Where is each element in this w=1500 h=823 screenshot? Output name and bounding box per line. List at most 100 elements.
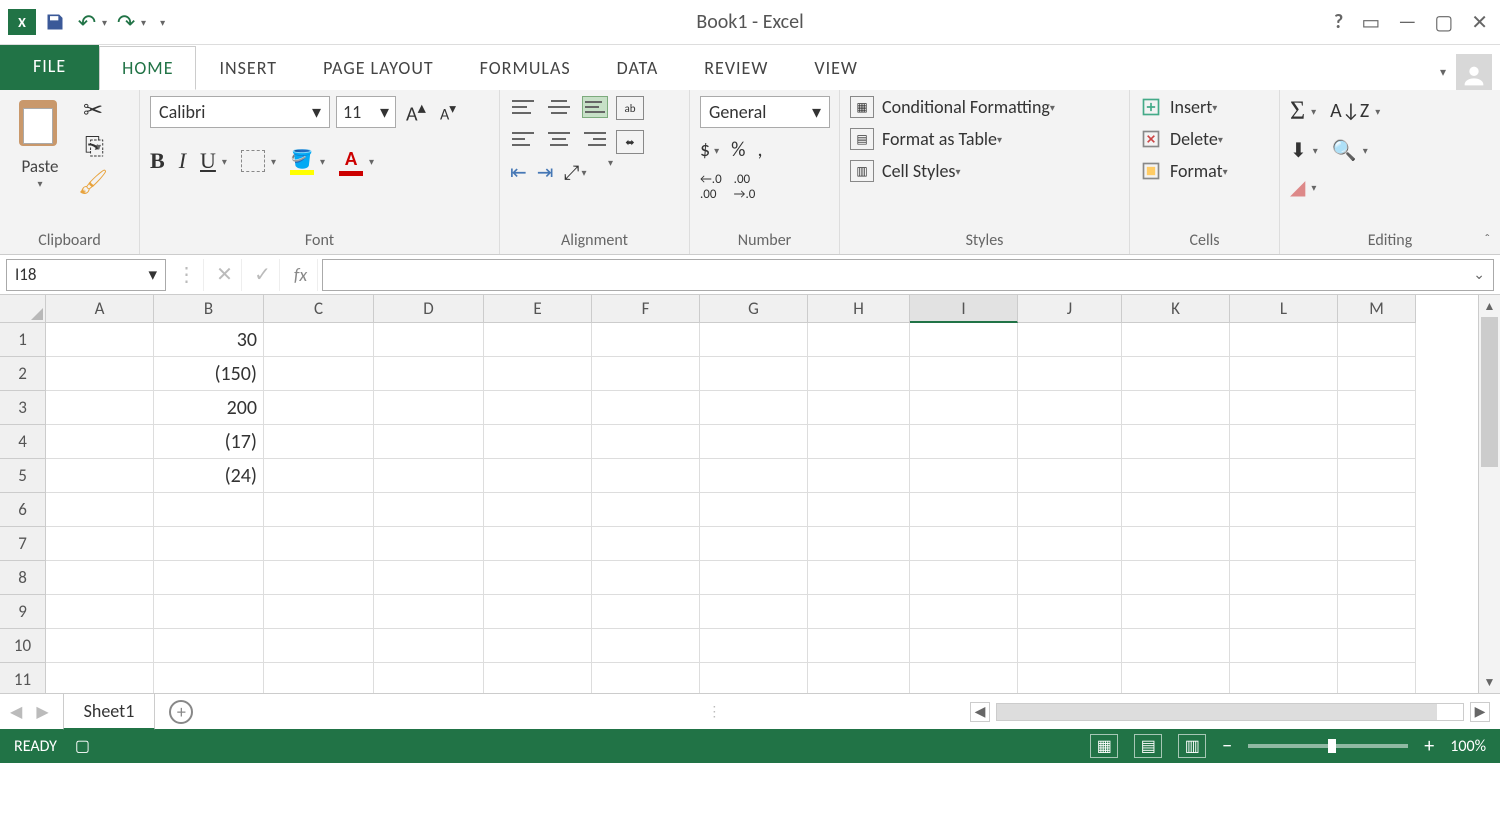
cell-G7[interactable] [700, 527, 808, 561]
cell-K6[interactable] [1122, 493, 1230, 527]
cell-J7[interactable] [1018, 527, 1122, 561]
align-right-button[interactable] [582, 128, 608, 150]
cell-J1[interactable] [1018, 323, 1122, 357]
fill-color-dropdown-icon[interactable]: ▾ [320, 155, 325, 168]
cell-G3[interactable] [700, 391, 808, 425]
cell-K4[interactable] [1122, 425, 1230, 459]
cell-L6[interactable] [1230, 493, 1338, 527]
zoom-level[interactable]: 100% [1450, 737, 1486, 756]
row-header-10[interactable]: 10 [0, 629, 46, 663]
cell-C3[interactable] [264, 391, 374, 425]
decrease-indent-button[interactable]: ⇤ [510, 160, 527, 185]
cell-L2[interactable] [1230, 357, 1338, 391]
cell-B6[interactable] [154, 493, 264, 527]
cell-D8[interactable] [374, 561, 484, 595]
cell-E9[interactable] [484, 595, 592, 629]
italic-button[interactable]: I [179, 148, 186, 174]
borders-dropdown-icon[interactable]: ▾ [271, 155, 276, 168]
insert-function-button[interactable]: fx [284, 259, 318, 291]
ribbon-display-options-button[interactable]: ▭ [1361, 10, 1380, 35]
cell-B1[interactable]: 30 [154, 323, 264, 357]
conditional-formatting-button[interactable]: ▦Conditional Formatting▾ [850, 96, 1055, 118]
cell-E7[interactable] [484, 527, 592, 561]
cell-G4[interactable] [700, 425, 808, 459]
cell-K11[interactable] [1122, 663, 1230, 693]
cell-K3[interactable] [1122, 391, 1230, 425]
column-header-L[interactable]: L [1230, 295, 1338, 323]
formula-input[interactable]: ⌄ [322, 259, 1494, 291]
cell-H3[interactable] [808, 391, 910, 425]
cell-G2[interactable] [700, 357, 808, 391]
horizontal-scroll-thumb[interactable] [997, 704, 1437, 720]
merge-center-button[interactable]: ⬌ [616, 130, 644, 154]
tab-page-layout[interactable]: PAGE LAYOUT [300, 46, 457, 90]
row-header-9[interactable]: 9 [0, 595, 46, 629]
cell-L1[interactable] [1230, 323, 1338, 357]
maximize-button[interactable]: ▢ [1434, 10, 1453, 35]
cell-J9[interactable] [1018, 595, 1122, 629]
cell-B4[interactable]: (17) [154, 425, 264, 459]
name-box-options[interactable]: ⋮ [170, 259, 204, 291]
cell-C7[interactable] [264, 527, 374, 561]
cell-G11[interactable] [700, 663, 808, 693]
cell-C8[interactable] [264, 561, 374, 595]
minimize-button[interactable]: — [1398, 10, 1416, 34]
column-header-H[interactable]: H [808, 295, 910, 323]
cell-B10[interactable] [154, 629, 264, 663]
cell-styles-button[interactable]: ▥Cell Styles▾ [850, 160, 1055, 182]
sheet-tab-sheet1[interactable]: Sheet1 [63, 694, 156, 730]
cell-J5[interactable] [1018, 459, 1122, 493]
sheet-nav-next[interactable]: ▶ [36, 702, 48, 722]
cell-A8[interactable] [46, 561, 154, 595]
user-account-button[interactable] [1456, 54, 1492, 90]
delete-cells-button[interactable]: Delete▾ [1140, 128, 1228, 150]
sheet-nav-prev[interactable]: ◀ [10, 702, 22, 722]
cell-A4[interactable] [46, 425, 154, 459]
font-size-combo[interactable]: 11▾ [336, 96, 396, 128]
cell-C4[interactable] [264, 425, 374, 459]
cell-K9[interactable] [1122, 595, 1230, 629]
column-header-A[interactable]: A [46, 295, 154, 323]
cell-F6[interactable] [592, 493, 700, 527]
zoom-in-button[interactable]: + [1424, 734, 1434, 758]
column-header-D[interactable]: D [374, 295, 484, 323]
cell-A5[interactable] [46, 459, 154, 493]
cell-K7[interactable] [1122, 527, 1230, 561]
format-as-table-button[interactable]: ▤Format as Table▾ [850, 128, 1055, 150]
cell-A1[interactable] [46, 323, 154, 357]
cell-M1[interactable] [1338, 323, 1416, 357]
font-color-button[interactable]: A [339, 147, 363, 176]
cell-C6[interactable] [264, 493, 374, 527]
underline-dropdown-icon[interactable]: ▾ [222, 155, 227, 168]
cell-G8[interactable] [700, 561, 808, 595]
cell-J11[interactable] [1018, 663, 1122, 693]
scroll-up-arrow[interactable]: ▲ [1479, 295, 1500, 317]
find-select-button[interactable]: 🔍 [1332, 138, 1357, 163]
cell-H8[interactable] [808, 561, 910, 595]
cell-M2[interactable] [1338, 357, 1416, 391]
undo-button[interactable]: ↶ [74, 9, 100, 35]
cell-A7[interactable] [46, 527, 154, 561]
font-name-combo[interactable]: Calibri▾ [150, 96, 330, 128]
increase-indent-button[interactable]: ⇥ [537, 160, 554, 185]
cell-E11[interactable] [484, 663, 592, 693]
macro-record-icon[interactable]: ▢ [75, 736, 90, 756]
decrease-font-button[interactable]: A▾ [436, 98, 460, 126]
cell-K1[interactable] [1122, 323, 1230, 357]
cell-B7[interactable] [154, 527, 264, 561]
increase-decimal-button[interactable]: ←.0.00 [700, 172, 722, 202]
cell-M6[interactable] [1338, 493, 1416, 527]
cut-button[interactable]: ✂ [78, 96, 108, 124]
row-header-3[interactable]: 3 [0, 391, 46, 425]
cell-C11[interactable] [264, 663, 374, 693]
tab-scroll-grip[interactable]: ⋮ [707, 703, 721, 720]
cell-L8[interactable] [1230, 561, 1338, 595]
cell-L9[interactable] [1230, 595, 1338, 629]
cell-M8[interactable] [1338, 561, 1416, 595]
cell-I9[interactable] [910, 595, 1018, 629]
cell-E6[interactable] [484, 493, 592, 527]
cell-F8[interactable] [592, 561, 700, 595]
cell-F2[interactable] [592, 357, 700, 391]
tab-insert[interactable]: INSERT [196, 46, 300, 90]
cell-I1[interactable] [910, 323, 1018, 357]
